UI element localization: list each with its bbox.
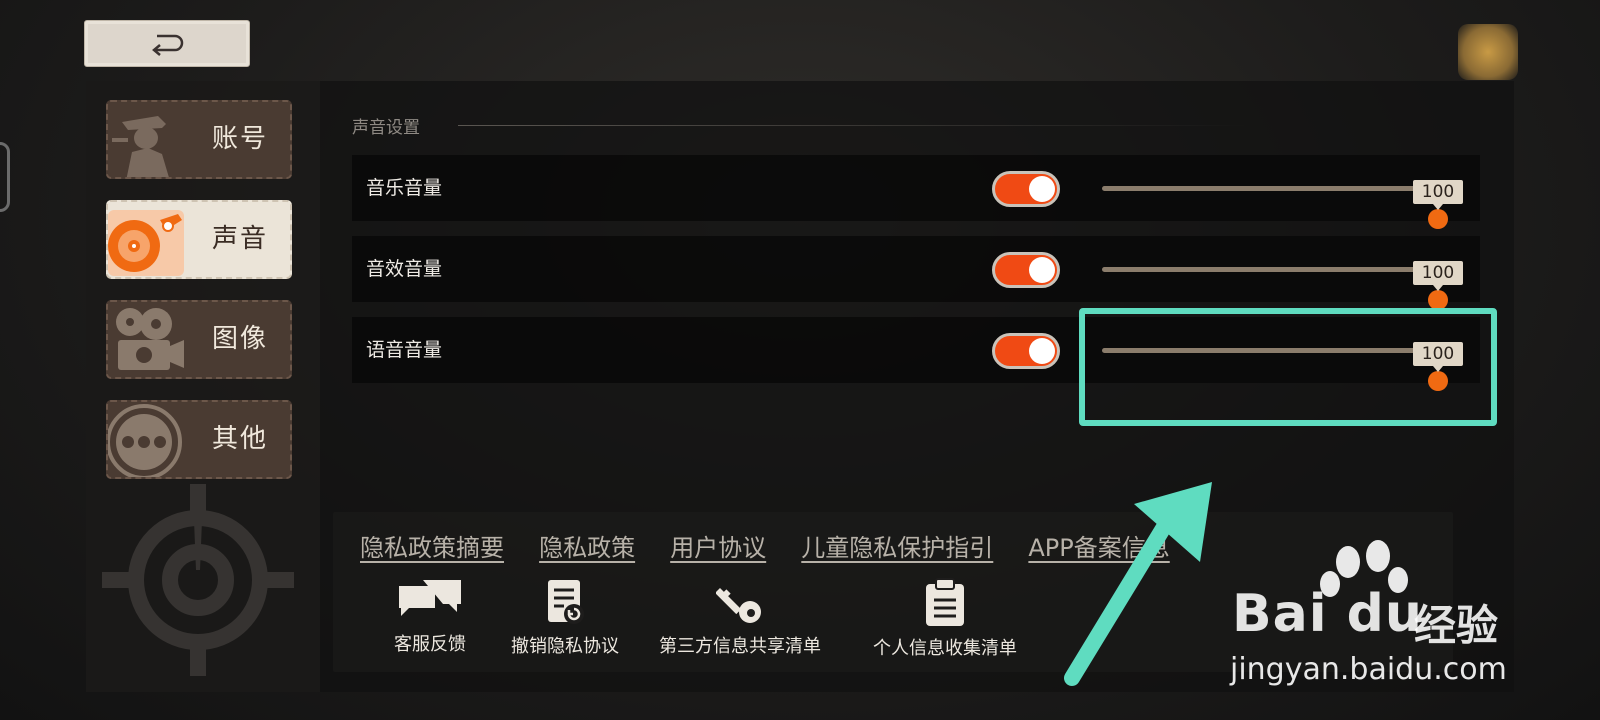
sidebar-item-label: 图像 [211, 324, 268, 354]
clipboard-icon [926, 578, 964, 626]
key-icon [716, 588, 761, 623]
turntable-icon [108, 210, 184, 276]
toggle-knob [1029, 338, 1055, 364]
sidebar-item-label: 账号 [211, 124, 268, 154]
link-child-privacy[interactable]: 儿童隐私保护指引 [801, 528, 993, 563]
sidebar-item-sound[interactable]: 声音 [106, 200, 292, 279]
toggle-knob [1029, 176, 1055, 202]
link-privacy-summary[interactable]: 隐私政策摘要 [360, 528, 504, 563]
revoke-privacy-button[interactable]: 撤销隐私协议 [500, 578, 630, 658]
setting-label: 音效音量 [366, 258, 443, 280]
screen-edge-handle [0, 142, 10, 212]
watermark-cn: 经验 [1414, 601, 1499, 650]
annotation-highlight-box [1079, 308, 1497, 426]
sidebar-item-account[interactable]: 账号 [106, 100, 292, 179]
sidebar-item-label: 声音 [211, 224, 268, 254]
action-label: 撤销隐私协议 [511, 636, 619, 657]
third-party-sharing-button[interactable]: 第三方信息共享清单 [650, 578, 830, 658]
setting-row-music-volume: 音乐音量 100 [352, 155, 1480, 229]
setting-row-sfx-volume: 音效音量 100 [352, 236, 1480, 310]
chat-bubbles-icon [399, 580, 461, 616]
music-volume-toggle[interactable] [992, 171, 1060, 207]
film-camera-icon [116, 308, 184, 370]
slider-thumb[interactable] [1428, 290, 1448, 310]
section-title: 声音设置 [352, 118, 420, 138]
personal-info-list-button[interactable]: 个人信息收集清单 [855, 578, 1035, 660]
return-icon [152, 34, 184, 56]
setting-label: 音乐音量 [366, 177, 443, 199]
sidebar-item-label: 其他 [211, 424, 268, 454]
sfx-volume-slider[interactable]: 100 [1102, 261, 1463, 310]
watermark-url: jingyan.baidu.com [1230, 652, 1507, 687]
background-glow [1458, 24, 1518, 80]
revoke-document-icon [548, 580, 584, 624]
toggle-knob [1029, 257, 1055, 283]
action-label: 客服反馈 [394, 634, 466, 655]
slider-value: 100 [1413, 261, 1463, 291]
slider-thumb[interactable] [1428, 209, 1448, 229]
detective-icon [112, 116, 169, 177]
annotation-arrow [1064, 482, 1212, 686]
slider-value: 100 [1413, 180, 1463, 210]
gear-emblem-icon [102, 484, 294, 676]
sidebar-item-graphics[interactable]: 图像 [106, 300, 292, 379]
back-button[interactable] [84, 20, 250, 67]
action-label: 第三方信息共享清单 [659, 636, 821, 657]
music-volume-slider[interactable]: 100 [1102, 180, 1463, 229]
more-dots-icon [108, 404, 182, 477]
watermark-brand: Bai du [1232, 584, 1423, 644]
link-user-agreement[interactable]: 用户协议 [670, 528, 766, 563]
voice-volume-toggle[interactable] [992, 333, 1060, 369]
action-label: 个人信息收集清单 [873, 638, 1017, 659]
sidebar-item-other[interactable]: 其他 [106, 400, 292, 479]
sfx-volume-toggle[interactable] [992, 252, 1060, 288]
customer-feedback-button[interactable]: 客服反馈 [380, 578, 480, 656]
link-privacy-policy[interactable]: 隐私政策 [539, 528, 635, 563]
setting-label: 语音音量 [366, 339, 443, 361]
section-divider [458, 125, 1248, 126]
